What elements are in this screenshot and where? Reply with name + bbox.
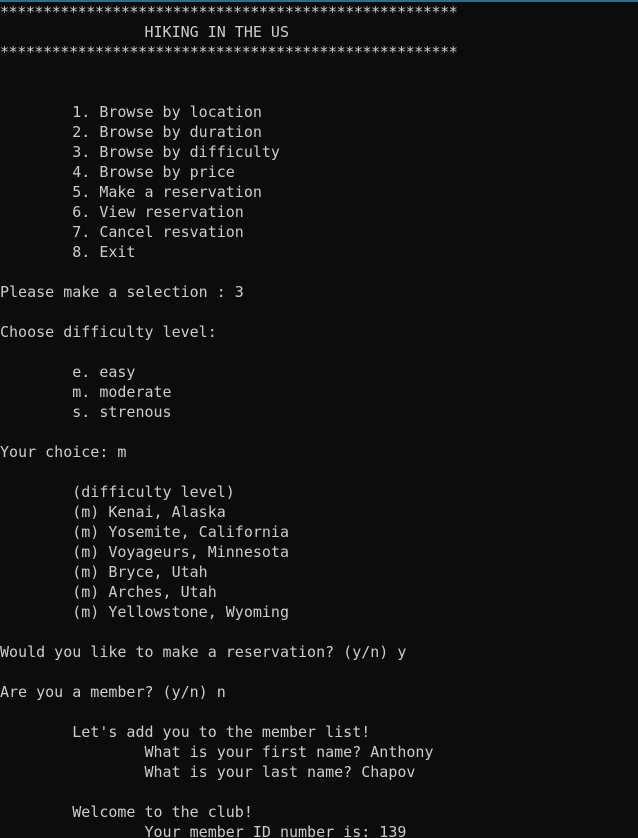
- menu-item-browse-location: 1. Browse by location: [0, 103, 262, 121]
- member-prompt: Are you a member? (y/n) n: [0, 683, 226, 701]
- welcome-message: Welcome to the club!: [0, 803, 253, 821]
- difficulty-option-moderate: m. moderate: [0, 383, 172, 401]
- result-item: (m) Arches, Utah: [0, 583, 217, 601]
- header-border-bottom: ****************************************…: [0, 43, 458, 61]
- results-header: (difficulty level): [0, 483, 235, 501]
- difficulty-option-strenuous: s. strenous: [0, 403, 172, 421]
- member-id-message: Your member ID number is: 139: [0, 823, 407, 838]
- result-item: (m) Yellowstone, Wyoming: [0, 603, 289, 621]
- menu-item-exit: 8. Exit: [0, 243, 136, 261]
- header-border-top: ****************************************…: [0, 3, 458, 21]
- difficulty-prompt: Choose difficulty level:: [0, 323, 217, 341]
- menu-item-browse-difficulty: 3. Browse by difficulty: [0, 143, 280, 161]
- result-item: (m) Bryce, Utah: [0, 563, 208, 581]
- header-title: HIKING IN THE US: [0, 23, 289, 41]
- reservation-prompt: Would you like to make a reservation? (y…: [0, 643, 407, 661]
- console-output: ****************************************…: [0, 2, 458, 838]
- console-window[interactable]: ****************************************…: [0, 0, 638, 838]
- selection-prompt: Please make a selection : 3: [0, 283, 244, 301]
- menu-item-browse-duration: 2. Browse by duration: [0, 123, 262, 141]
- menu-item-view-reservation: 6. View reservation: [0, 203, 244, 221]
- choice-prompt: Your choice: m: [0, 443, 127, 461]
- result-item: (m) Yosemite, California: [0, 523, 289, 541]
- menu-item-cancel-reservation: 7. Cancel resvation: [0, 223, 244, 241]
- first-name-prompt: What is your first name? Anthony: [0, 743, 434, 761]
- result-item: (m) Voyageurs, Minnesota: [0, 543, 289, 561]
- result-item: (m) Kenai, Alaska: [0, 503, 226, 521]
- difficulty-option-easy: e. easy: [0, 363, 136, 381]
- menu-item-make-reservation: 5. Make a reservation: [0, 183, 262, 201]
- menu-item-browse-price: 4. Browse by price: [0, 163, 235, 181]
- add-member-message: Let's add you to the member list!: [0, 723, 371, 741]
- last-name-prompt: What is your last name? Chapov: [0, 763, 416, 781]
